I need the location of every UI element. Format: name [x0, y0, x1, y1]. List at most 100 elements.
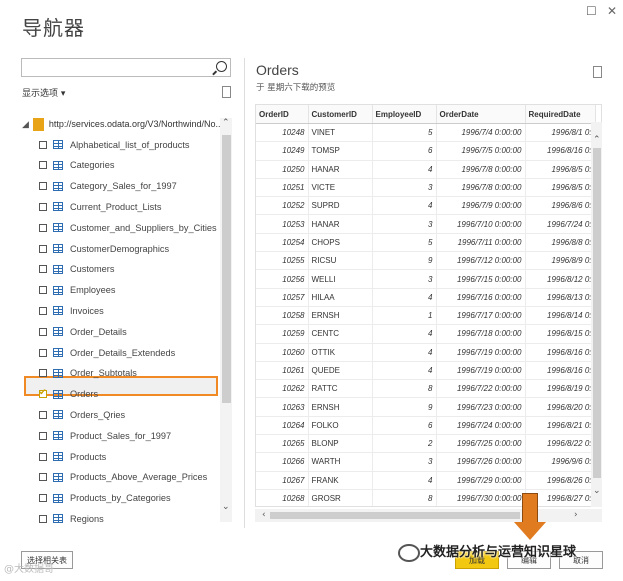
tree-scroll-thumb[interactable]: [222, 135, 231, 403]
scroll-up-icon[interactable]: ⌃: [222, 118, 230, 128]
table-cell: 1996/8/5 0:: [525, 160, 596, 179]
tree-item-label: Products_by_Categories: [70, 493, 171, 504]
item-checkbox[interactable]: [39, 327, 47, 336]
item-checkbox[interactable]: [39, 369, 47, 378]
column-header[interactable]: CustomerID: [308, 105, 373, 124]
item-checkbox[interactable]: [39, 140, 47, 149]
grid-scroll-up-icon[interactable]: ⌃: [593, 135, 601, 145]
item-checkbox[interactable]: [39, 286, 47, 295]
item-checkbox[interactable]: [39, 202, 47, 211]
table-cell: OTTIK: [308, 343, 373, 362]
display-options-dropdown[interactable]: 显示选项 ▾: [22, 86, 65, 99]
tree-item[interactable]: Customer_and_Suppliers_by_Cities: [22, 218, 220, 237]
tree-item[interactable]: Employees: [22, 281, 220, 300]
column-header[interactable]: OrderDate: [436, 105, 526, 124]
table-icon: [53, 493, 63, 503]
table-row: 10250 HANAR 4 1996/7/8 0:00:00 1996/8/5 0:: [256, 160, 596, 179]
collapse-icon[interactable]: ◢: [22, 119, 29, 130]
table-icon: [53, 160, 63, 170]
search-input[interactable]: [21, 58, 231, 77]
scroll-right-icon[interactable]: ›: [574, 510, 578, 520]
item-checkbox[interactable]: [39, 182, 47, 191]
annotation-arrow-shaft: [522, 493, 538, 525]
table-cell: 9: [372, 251, 437, 271]
item-checkbox[interactable]: [39, 244, 47, 253]
column-header[interactable]: EmployeeID: [372, 105, 437, 124]
table-cell: 1996/8/6 0:: [525, 196, 596, 216]
close-icon[interactable]: ✕: [607, 4, 617, 18]
tree-item[interactable]: Order_Details_Extendeds: [22, 343, 220, 362]
tree-item[interactable]: Products_by_Categories: [22, 489, 220, 508]
tree-item[interactable]: Products: [22, 447, 220, 466]
table-cell: 1996/7/29 0:00:00: [436, 471, 526, 490]
tree-item[interactable]: Orders: [22, 385, 220, 404]
table-cell: 1996/8/22 0:: [525, 434, 596, 454]
table-cell: 2: [372, 434, 437, 454]
table-cell: 3: [372, 214, 437, 234]
tree-item[interactable]: Categories: [22, 156, 220, 175]
table-row: 10260 OTTIK 4 1996/7/19 0:00:00 1996/8/16 0:: [256, 343, 596, 362]
tree-item[interactable]: Order_Details: [22, 322, 220, 341]
tree-item[interactable]: Regions: [22, 509, 220, 524]
table-cell: 10256: [256, 269, 309, 289]
table-cell: 4: [372, 288, 437, 307]
item-checkbox[interactable]: [39, 473, 47, 482]
tree-item[interactable]: Customers: [22, 260, 220, 279]
table-cell: 5: [372, 123, 437, 143]
table-cell: 10261: [256, 361, 309, 381]
table-cell: 6: [372, 416, 437, 436]
table-cell: 3: [372, 269, 437, 289]
table-cell: 1996/7/9 0:00:00: [436, 196, 526, 216]
table-cell: 1996/7/19 0:00:00: [436, 343, 526, 362]
maximize-icon[interactable]: ☐: [586, 4, 597, 18]
item-checkbox[interactable]: [39, 265, 47, 274]
table-icon: [53, 140, 63, 149]
table-cell: VICTE: [308, 178, 373, 198]
table-cell: 1996/8/14 0:: [525, 306, 596, 326]
table-cell: 1996/7/4 0:00:00: [436, 123, 526, 143]
item-checkbox[interactable]: [39, 494, 47, 503]
table-cell: 1996/8/26 0:: [525, 471, 596, 490]
tree-item[interactable]: CustomerDemographics: [22, 239, 220, 258]
item-checkbox[interactable]: [39, 431, 47, 440]
tree-item[interactable]: Products_Above_Average_Prices: [22, 468, 220, 487]
grid-hscroll-thumb[interactable]: [270, 512, 520, 519]
item-checkbox[interactable]: [39, 410, 47, 419]
table-row: 10258 ERNSH 1 1996/7/17 0:00:00 1996/8/14 0:: [256, 306, 596, 326]
tree-item[interactable]: Invoices: [22, 301, 220, 320]
tree-item[interactable]: Current_Product_Lists: [22, 197, 220, 216]
tree-item-label: Category_Sales_for_1997: [70, 181, 177, 192]
item-checkbox[interactable]: [39, 514, 47, 523]
tree-item[interactable]: Alphabetical_list_of_products: [22, 135, 220, 154]
item-checkbox[interactable]: [39, 223, 47, 232]
item-checkbox[interactable]: [39, 348, 47, 357]
item-checkbox[interactable]: [39, 387, 47, 399]
item-checkbox[interactable]: [39, 306, 47, 315]
table-cell: 8: [372, 489, 437, 506]
tree-item[interactable]: Category_Sales_for_1997: [22, 177, 220, 196]
table-icon: [53, 368, 63, 378]
table-cell: 10251: [256, 178, 309, 198]
scroll-left-icon[interactable]: ‹: [262, 510, 266, 520]
item-checkbox[interactable]: [39, 161, 47, 170]
tree-item[interactable]: Order_Subtotals: [22, 364, 220, 383]
table-cell: 1996/7/24 0:00:00: [436, 416, 526, 436]
table-cell: FRANK: [308, 471, 373, 490]
column-header[interactable]: RequiredDate: [525, 105, 596, 124]
tree-root[interactable]: ◢ http://services.odata.org/V3/Northwind…: [22, 116, 223, 132]
scroll-down-icon[interactable]: ⌄: [222, 502, 230, 512]
column-header[interactable]: OrderID: [256, 105, 309, 124]
tree-item-label: Current_Product_Lists: [70, 201, 162, 212]
tree-item[interactable]: Orders_Qries: [22, 405, 220, 424]
grid-vscroll-thumb[interactable]: [593, 148, 601, 478]
refresh-icon[interactable]: [222, 86, 231, 98]
table-cell: 3: [372, 452, 437, 472]
tree-item[interactable]: Product_Sales_for_1997: [22, 426, 220, 445]
table-row: 10262 RATTC 8 1996/7/22 0:00:00 1996/8/19 0:: [256, 379, 596, 399]
item-checkbox[interactable]: [39, 452, 47, 461]
table-cell: 10268: [256, 489, 309, 506]
table-cell: 1996/9/6 0:: [525, 452, 596, 472]
search-icon[interactable]: [216, 61, 227, 72]
grid-scroll-down-icon[interactable]: ⌄: [593, 486, 601, 496]
export-icon[interactable]: [593, 66, 602, 78]
